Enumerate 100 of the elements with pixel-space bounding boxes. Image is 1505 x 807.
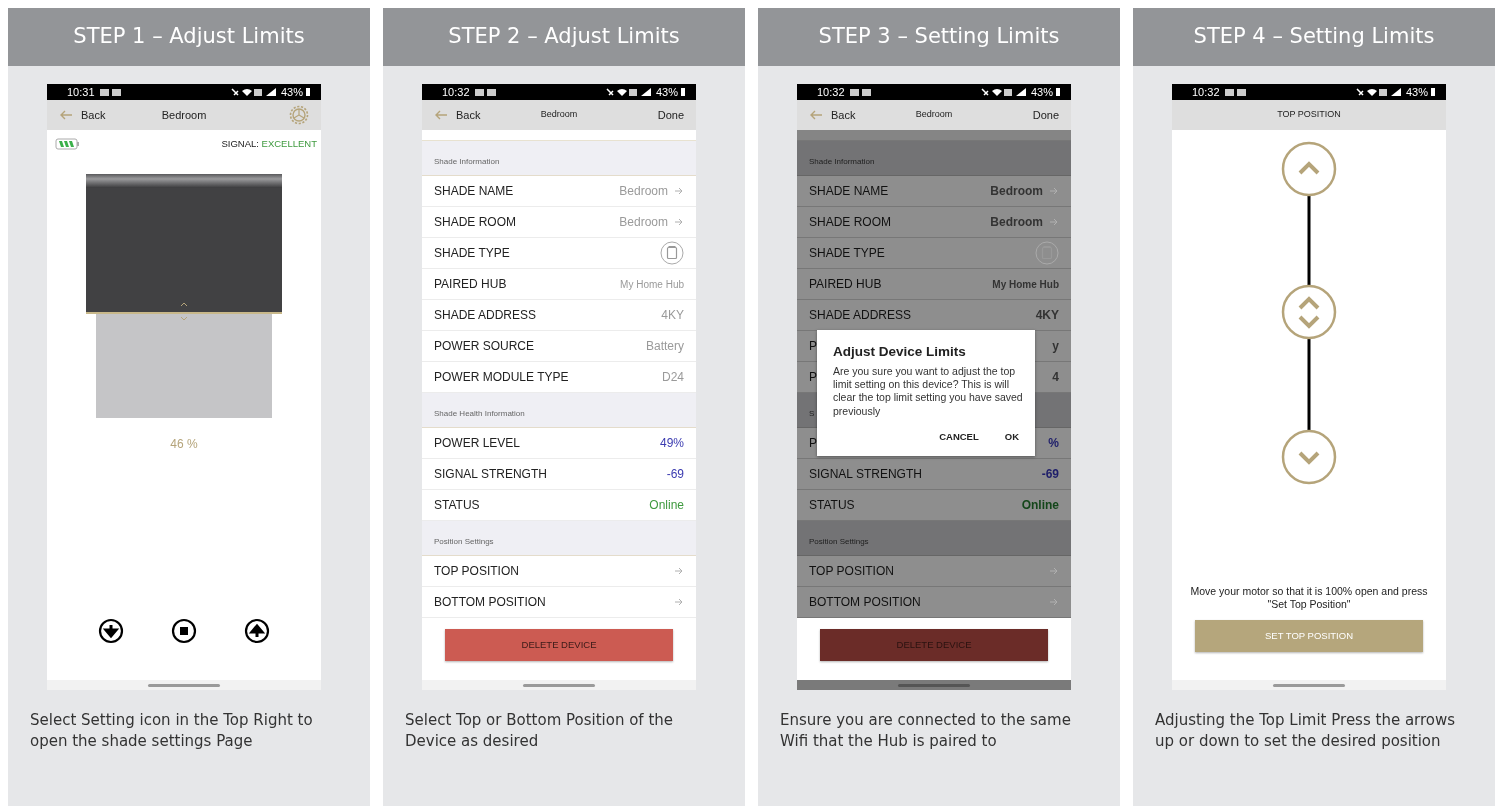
clock-text: 10:32: [1192, 84, 1220, 100]
done-button[interactable]: Done: [1032, 106, 1059, 124]
field-label: BOTTOM POSITION: [809, 594, 921, 611]
section-header: Shade Health Information: [422, 393, 696, 428]
screen-title: Bedroom: [540, 108, 578, 122]
signal-status-text: SIGNAL: EXCELLENT: [221, 137, 317, 151]
battery-percent-text: 43%: [655, 84, 678, 100]
back-arrow-icon: [59, 110, 73, 120]
screen-title: Bedroom: [161, 107, 207, 123]
field-label: STATUS: [434, 497, 480, 514]
arrow-right-icon: [1049, 567, 1059, 575]
notification-icon: [98, 87, 123, 97]
field-value: My Home Hub: [620, 277, 684, 292]
signal-icon: [229, 87, 278, 97]
field-value: Bedroom: [990, 183, 1043, 200]
field-label: SHADE ROOM: [809, 214, 891, 231]
field-value: Bedroom: [990, 214, 1043, 231]
screen-title: Bedroom: [915, 108, 953, 122]
step-caption: Select Setting icon in the Top Right to open the shade settings Page: [29, 710, 314, 752]
field-value: 4: [1052, 369, 1059, 386]
settings-row[interactable]: SHADE NAME Bedroom: [797, 176, 1071, 207]
notification-icon: [473, 87, 498, 97]
field-label: SHADE ADDRESS: [809, 307, 912, 324]
stop-button[interactable]: [171, 618, 197, 645]
field-label: PAIRED HUB: [809, 276, 882, 293]
section-header: Shade Information: [422, 141, 696, 176]
delete-device-button[interactable]: DELETE DEVICE: [445, 629, 673, 661]
shade-type-icon: [1035, 241, 1059, 265]
back-button[interactable]: Back: [809, 106, 856, 124]
battery-percent-text: 43%: [1030, 84, 1053, 100]
field-label: SHADE ADDRESS: [434, 307, 537, 324]
field-value: Online: [1021, 497, 1059, 514]
adjust-handle[interactable]: [1281, 284, 1337, 340]
up-button[interactable]: [244, 618, 270, 645]
section-header: Position Settings: [797, 521, 1071, 556]
done-button[interactable]: Done: [657, 106, 684, 124]
battery-level-icon: [55, 138, 81, 151]
field-label: SIGNAL STRENGTH: [809, 466, 922, 483]
arrow-right-icon: [1049, 218, 1059, 226]
field-value: %: [1048, 435, 1059, 452]
down-button[interactable]: [98, 618, 124, 645]
field-value: 4KY: [661, 307, 684, 324]
clock-text: 10:32: [442, 84, 470, 100]
signal-icon: [979, 87, 1028, 97]
notification-icon: [848, 87, 873, 97]
battery-percent-text: 43%: [280, 84, 303, 100]
field-value: My Home Hub: [992, 277, 1059, 292]
field-value: -69: [666, 466, 684, 483]
up-arrow-button[interactable]: [1281, 141, 1337, 197]
field-value: D24: [662, 369, 684, 386]
field-label: P: [809, 338, 817, 355]
field-value: 49%: [659, 435, 684, 452]
field-value: 4KY: [1035, 307, 1059, 324]
step-title: STEP 4 – Setting Limits: [1133, 8, 1495, 66]
battery-percent-text: 43%: [1405, 84, 1428, 100]
field-value: Battery: [646, 338, 684, 355]
step-title: STEP 2 – Adjust Limits: [383, 8, 745, 66]
field-label: P: [809, 369, 817, 386]
dialog-title: Adjust Device Limits: [833, 344, 967, 361]
position-percent-text: 46 %: [170, 436, 198, 454]
dialog-button[interactable]: CANCEL: [935, 429, 983, 444]
field-label: SHADE NAME: [434, 183, 514, 200]
section-header: Shade Information: [797, 141, 1071, 176]
arrow-right-icon: [1049, 187, 1059, 195]
step-caption: Ensure you are connected to the same Wifi that the Hub is paired to: [779, 710, 1072, 752]
clock-text: 10:31: [67, 84, 95, 100]
settings-row[interactable]: SHADE ROOM Bedroom: [797, 207, 1071, 238]
screen-title: TOP POSITION: [1277, 108, 1341, 122]
down-arrow-button[interactable]: [1281, 429, 1337, 485]
signal-icon: [604, 87, 653, 97]
notification-icon: [1223, 87, 1248, 97]
field-label: SHADE ROOM: [434, 214, 516, 231]
back-button[interactable]: Back: [59, 106, 106, 124]
field-label: POWER MODULE TYPE: [434, 369, 569, 386]
field-label: PAIRED HUB: [434, 276, 507, 293]
settings-row[interactable]: BOTTOM POSITION: [797, 587, 1071, 618]
step-title: STEP 3 – Setting Limits: [758, 8, 1120, 66]
battery-icon: [305, 87, 311, 97]
field-label: POWER SOURCE: [434, 338, 534, 355]
dialog-button[interactable]: OK: [1000, 429, 1023, 444]
field-label: POWER LEVEL: [434, 435, 521, 452]
back-button[interactable]: Back: [434, 106, 481, 124]
settings-gear-icon[interactable]: [289, 105, 309, 125]
step-caption: Select Top or Bottom Position of the Device as desired: [404, 710, 675, 752]
battery-icon: [1055, 87, 1061, 97]
back-arrow-icon: [809, 110, 823, 120]
field-value: -69: [1041, 466, 1059, 483]
field-label: BOTTOM POSITION: [434, 594, 546, 611]
field-label: SHADE TYPE: [809, 245, 885, 262]
field-label: SHADE NAME: [809, 183, 889, 200]
arrow-right-icon: [674, 598, 684, 606]
signal-icon: [1354, 87, 1403, 97]
arrow-right-icon: [674, 567, 684, 575]
field-value: Bedroom: [619, 183, 668, 200]
settings-row[interactable]: TOP POSITION: [797, 556, 1071, 587]
arrow-right-icon: [1049, 598, 1059, 606]
step-caption: Adjusting the Top Limit Press the arrows up or down to set the desired position: [1154, 710, 1457, 752]
back-arrow-icon: [434, 110, 448, 120]
field-label: TOP POSITION: [809, 563, 894, 580]
field-label: SHADE TYPE: [434, 245, 510, 262]
